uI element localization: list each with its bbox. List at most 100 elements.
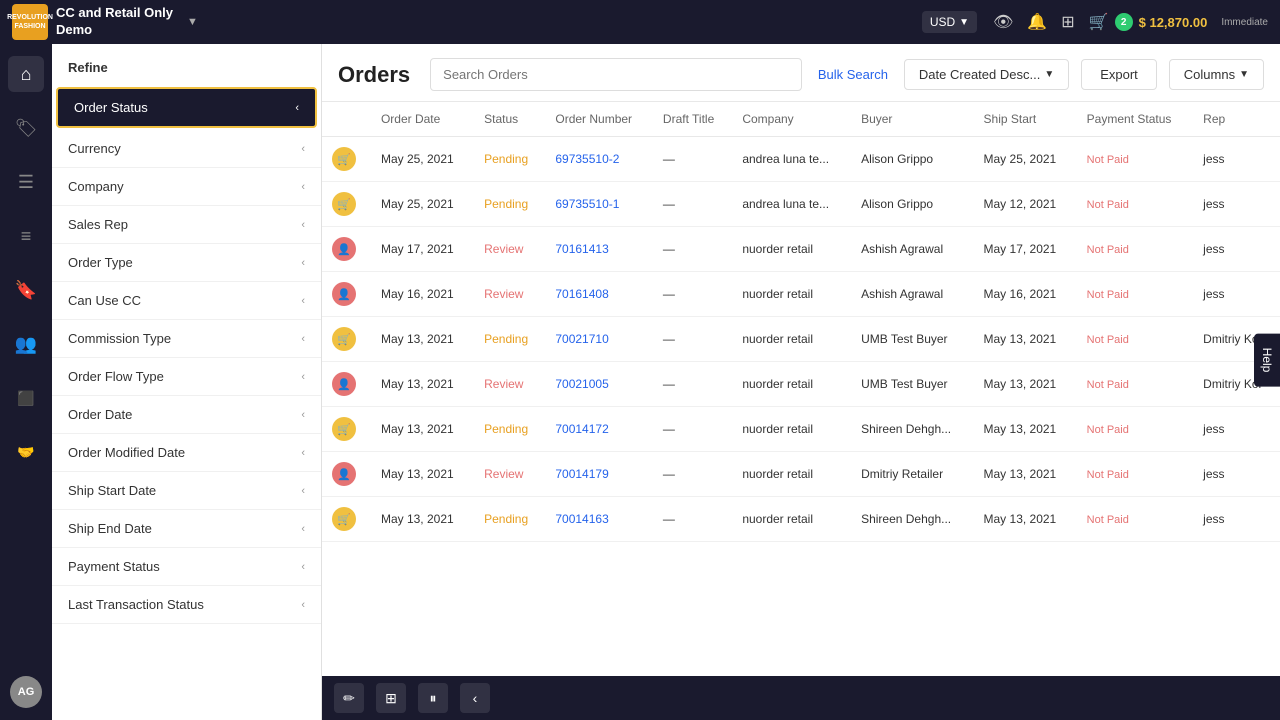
status-badge: Review [484,287,523,301]
row-icon: 🛒 [322,317,371,362]
row-status: Pending [474,137,545,182]
table-row[interactable]: 👤May 13, 2021Review70021005—nuorder reta… [322,362,1280,407]
edit-button[interactable]: ✏ [334,683,364,713]
row-draft-title: — [653,137,732,182]
refine-item-label: Ship Start Date [68,483,156,498]
table-row[interactable]: 🛒May 25, 2021Pending69735510-2—andrea lu… [322,137,1280,182]
cart-badge: 2 [1115,13,1133,31]
refine-item-payment-status[interactable]: Payment Status‹ [52,548,321,586]
row-buyer: Ashish Agrawal [851,227,973,272]
refine-item-chevron: ‹ [301,333,305,345]
pause-button[interactable]: ⏸ [418,683,448,713]
main-layout: ⌂ 🏷 ☰ ≡ 🔖 👥 ⬛ 🤝 AG Refine Order Status‹C… [0,44,1280,720]
row-status: Review [474,272,545,317]
sidebar-icon-orders[interactable]: ≡ [8,218,44,254]
bulk-search-button[interactable]: Bulk Search [814,67,892,82]
refine-item-label: Currency [68,141,121,156]
grid-icon[interactable]: ⊞ [1061,12,1074,32]
eye-icon[interactable]: 👁 [993,12,1013,32]
cart-area[interactable]: 🛒 2 $ 12,870.00 [1089,12,1208,32]
currency-selector[interactable]: USD ▼ [922,11,977,33]
help-button[interactable]: Help [1254,334,1280,387]
row-payment-status: Not Paid [1077,317,1194,362]
row-icon: 🛒 [322,182,371,227]
date-sort-arrow: ▼ [1044,69,1054,80]
refine-item-order-flow-type[interactable]: Order Flow Type‹ [52,358,321,396]
refine-item-order-type[interactable]: Order Type‹ [52,244,321,282]
status-icon: 👤 [332,282,356,306]
refine-item-chevron: ‹ [301,599,305,611]
refine-item-chevron: ‹ [301,523,305,535]
sidebar-icon-tags[interactable]: 🏷 [8,110,44,146]
date-sort-button[interactable]: Date Created Desc... ▼ [904,59,1069,90]
refine-item-chevron: ‹ [301,371,305,383]
sidebar-icon-users[interactable]: 👥 [8,326,44,362]
collapse-button[interactable]: ‹ [460,683,490,713]
row-order-date: May 13, 2021 [371,407,474,452]
row-order-number: 70014179 [545,452,653,497]
row-draft-title: — [653,317,732,362]
refine-item-company[interactable]: Company‹ [52,168,321,206]
user-avatar[interactable]: AG [10,676,42,708]
row-status: Pending [474,182,545,227]
row-rep: jess [1193,182,1280,227]
row-company: nuorder retail [732,497,851,542]
row-order-number: 70014172 [545,407,653,452]
sidebar-icon-partners[interactable]: 🤝 [8,434,44,470]
row-order-date: May 13, 2021 [371,497,474,542]
refine-item-last-transaction-status[interactable]: Last Transaction Status‹ [52,586,321,624]
refine-item-commission-type[interactable]: Commission Type ‹ [52,320,321,358]
row-company: andrea luna te... [732,182,851,227]
refine-item-ship-start-date[interactable]: Ship Start Date‹ [52,472,321,510]
row-company: nuorder retail [732,227,851,272]
brand-name: CC and Retail Only Demo [56,5,173,39]
row-ship-start: May 17, 2021 [974,227,1077,272]
table-row[interactable]: 🛒May 13, 2021Pending70014172—nuorder ret… [322,407,1280,452]
brand-dropdown-arrow[interactable]: ▼ [187,16,198,28]
table-row[interactable]: 🛒May 13, 2021Pending70021710—nuorder ret… [322,317,1280,362]
table-row[interactable]: 🛒May 25, 2021Pending69735510-1—andrea lu… [322,182,1280,227]
row-ship-start: May 13, 2021 [974,362,1077,407]
brand-logo[interactable]: REVOLUTIONFASHION CC and Retail Only Dem… [12,4,198,40]
row-payment-status: Not Paid [1077,227,1194,272]
group-button[interactable]: ⊞ [376,683,406,713]
refine-item-can-use-cc[interactable]: Can Use CC‹ [52,282,321,320]
row-ship-start: May 13, 2021 [974,452,1077,497]
bell-icon[interactable]: 🔔 [1027,12,1047,32]
refine-item-order-status[interactable]: Order Status‹ [56,87,317,128]
row-payment-status: Not Paid [1077,272,1194,317]
table-header-order-number: Order Number [545,102,653,137]
sidebar-icon-products[interactable]: ⬛ [8,380,44,416]
sidebar-icon-catalog[interactable]: ☰ [8,164,44,200]
export-button[interactable]: Export [1081,59,1157,90]
bottom-toolbar: ✏ ⊞ ⏸ ‹ [322,676,1280,720]
row-rep: jess [1193,497,1280,542]
sidebar-icon-home[interactable]: ⌂ [8,56,44,92]
status-badge: Pending [484,152,528,166]
refine-item-order-modified-date[interactable]: Order Modified Date‹ [52,434,321,472]
table-row[interactable]: 👤May 16, 2021Review70161408—nuorder reta… [322,272,1280,317]
payment-status: Not Paid [1087,514,1129,526]
refine-item-label: Commission Type [68,331,171,346]
table-header-ship-start: Ship Start [974,102,1077,137]
sidebar-icon-bookmarks[interactable]: 🔖 [8,272,44,308]
row-company: nuorder retail [732,317,851,362]
refine-item-label: Order Date [68,407,132,422]
refine-item-chevron: ‹ [295,102,299,114]
refine-item-order-date[interactable]: Order Date ‹ [52,396,321,434]
refine-item-currency[interactable]: Currency‹ [52,130,321,168]
refine-item-ship-end-date[interactable]: Ship End Date‹ [52,510,321,548]
refine-item-chevron: ‹ [301,181,305,193]
refine-item-label: Sales Rep [68,217,128,232]
columns-button[interactable]: Columns ▼ [1169,59,1264,90]
search-input[interactable] [430,58,802,91]
table-row[interactable]: 🛒May 13, 2021Pending70014163—nuorder ret… [322,497,1280,542]
row-icon: 👤 [322,227,371,272]
table-row[interactable]: 👤May 13, 2021Review70014179—nuorder reta… [322,452,1280,497]
table-row[interactable]: 👤May 17, 2021Review70161413—nuorder reta… [322,227,1280,272]
currency-label: USD [930,15,955,29]
table-header-row: Order DateStatusOrder NumberDraft TitleC… [322,102,1280,137]
refine-item-sales-rep[interactable]: Sales Rep‹ [52,206,321,244]
refine-item-chevron: ‹ [301,409,305,421]
row-icon: 👤 [322,272,371,317]
